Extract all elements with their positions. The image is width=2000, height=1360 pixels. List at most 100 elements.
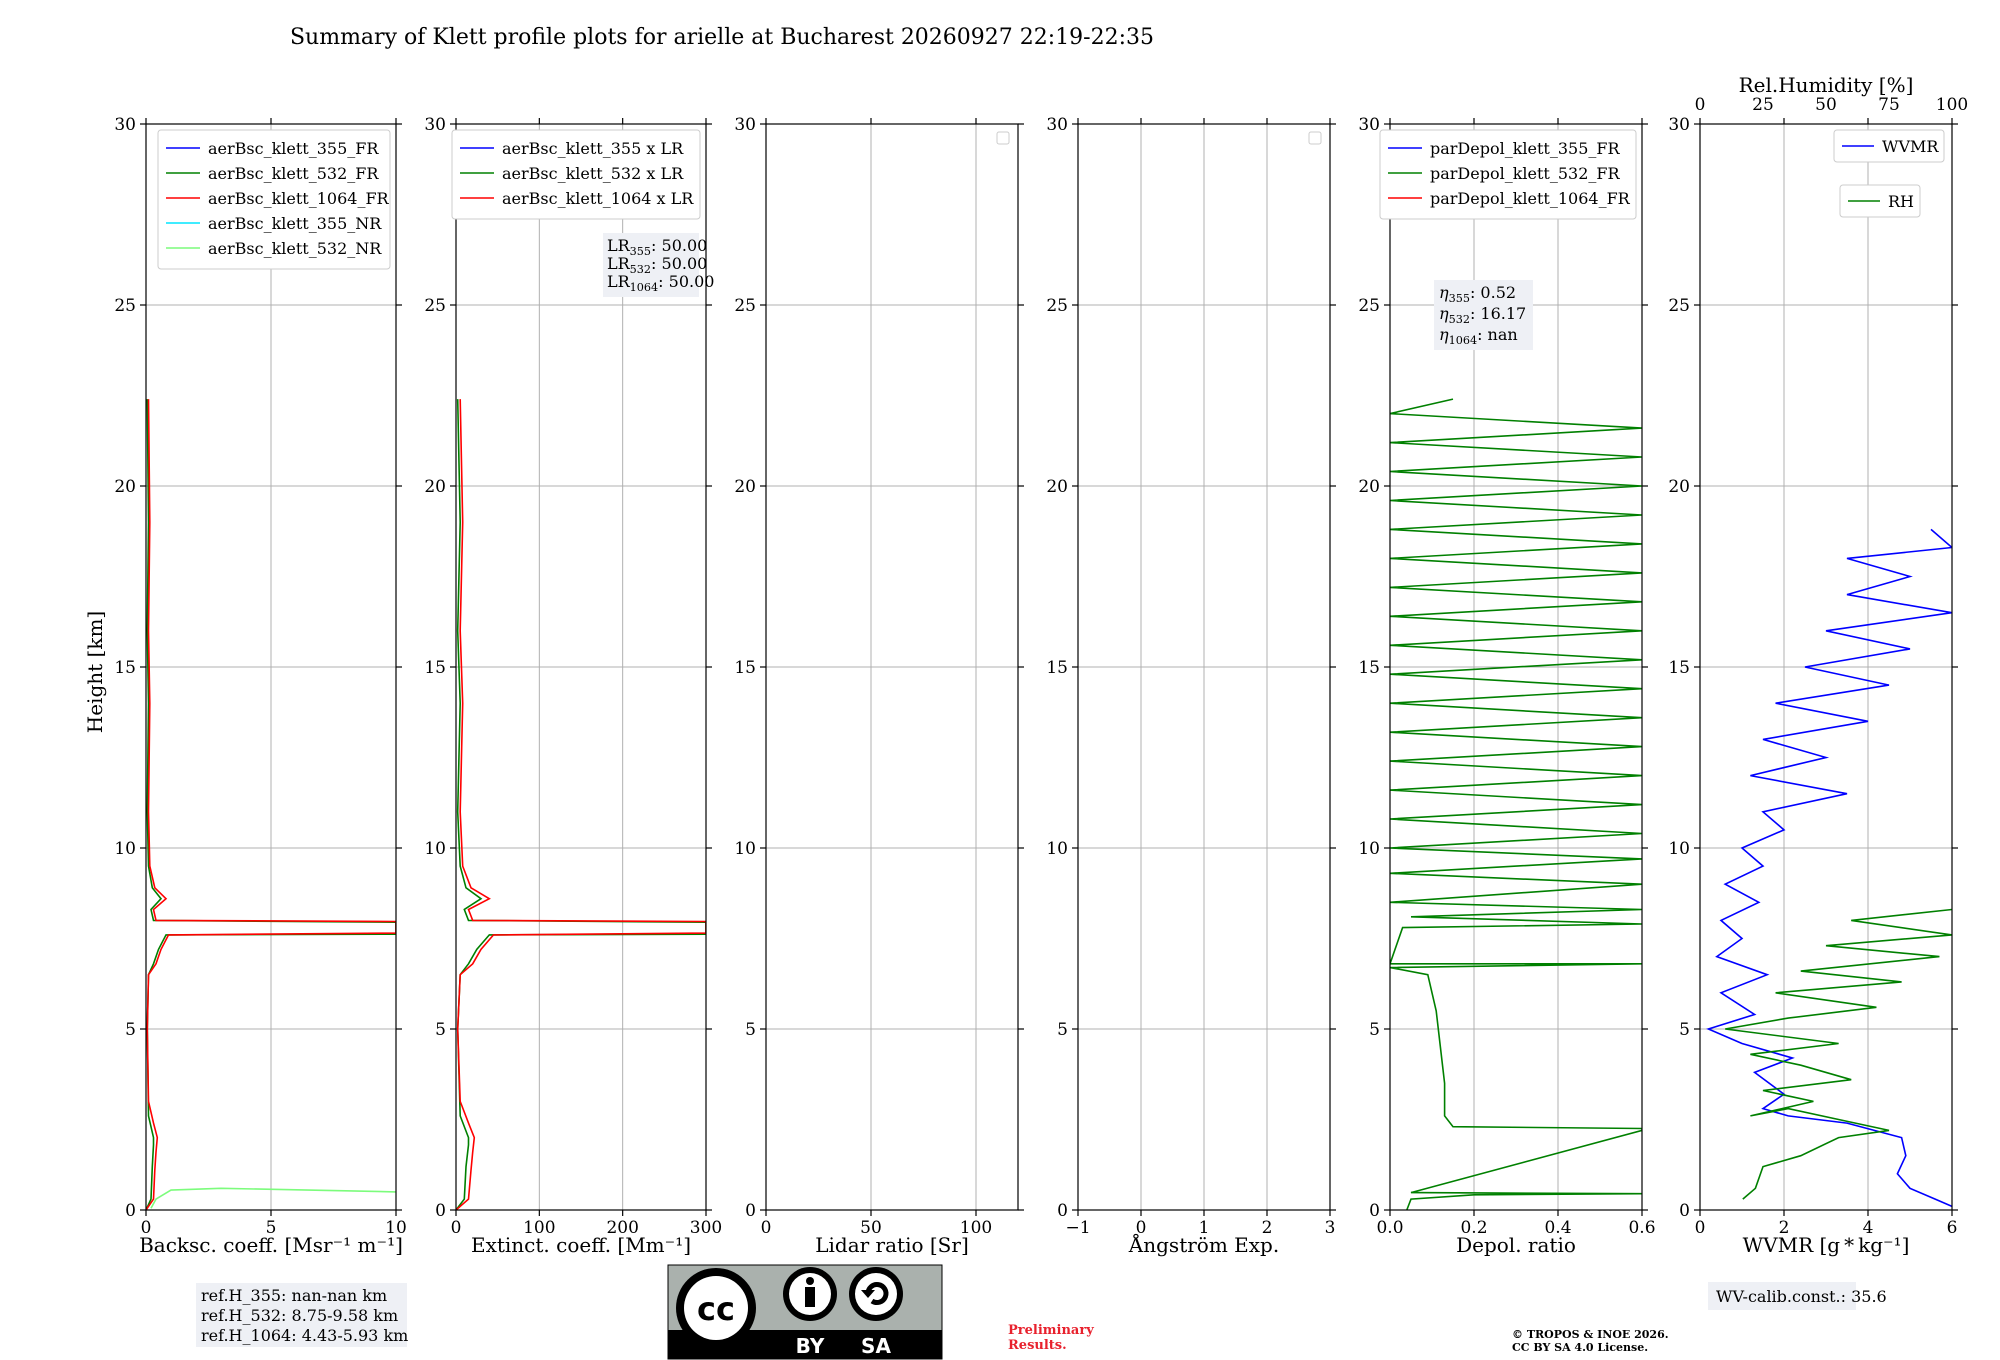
legend-label: parDepol_klett_532_FR (1430, 164, 1621, 183)
y-tick-label: 10 (424, 839, 446, 859)
legend-label: aerBsc_klett_355_FR (208, 139, 379, 158)
ref-height-355: ref.H_355: nan-nan km (201, 1286, 387, 1305)
legend-label: aerBsc_klett_532_NR (208, 239, 382, 258)
y-axis-label: Height [km] (83, 611, 107, 733)
eta-info: η355: 0.52η532: 16.17η1064: nan (1434, 280, 1533, 350)
legend-WVMR: WVMR (1833, 129, 1945, 163)
y-tick-label: 30 (1358, 115, 1380, 135)
y-tick-label: 15 (734, 658, 756, 678)
y-tick-label: 25 (1046, 296, 1068, 316)
figure: Summary of Klett profile plots for ariel… (83, 25, 1968, 1360)
y-tick-label: 20 (424, 477, 446, 497)
legend-label: parDepol_klett_1064_FR (1430, 189, 1631, 208)
series-line-aerBsc_klett_1064 x LR (456, 399, 706, 1210)
wv-calib-info: WV-calib.const.: 35.6 (1708, 1282, 1887, 1310)
x-axis-label: Extinct. coeff. [Mm⁻¹] (471, 1233, 691, 1257)
empty-legend (996, 131, 1010, 145)
top-x-tick-label: 100 (1936, 95, 1968, 115)
series-line-WVMR (1706, 528, 1952, 1208)
info-line: LR1064: 50.00 (607, 272, 714, 294)
legend-label: aerBsc_klett_355_NR (208, 214, 382, 233)
legend-label: aerBsc_klett_1064 x LR (502, 189, 694, 208)
x-tick-label: 3 (1325, 1218, 1336, 1238)
y-tick-label: 5 (1369, 1020, 1380, 1040)
series-line-RH (1725, 908, 1952, 1200)
y-tick-label: 20 (1358, 477, 1380, 497)
copyright-line1: © TROPOS & INOE 2026. (1512, 1328, 1669, 1341)
empty-legend (1308, 131, 1322, 145)
series-line-aerBsc_klett_532 x LR (456, 399, 706, 1210)
top-x-tick-label: 75 (1878, 95, 1900, 115)
legend-RH: RH (1839, 184, 1921, 218)
y-tick-label: 0 (435, 1201, 446, 1221)
y-tick-label: 5 (745, 1020, 756, 1040)
y-tick-label: 5 (1679, 1020, 1690, 1040)
legend: parDepol_klett_355_FR parDepol_klett_532_… (1379, 129, 1637, 220)
legend-label: RH (1888, 192, 1914, 211)
x-tick-label: 0 (451, 1218, 462, 1238)
panel-4: −1 0 1 2 3051015202530Ångström Exp. (1046, 115, 1336, 1257)
y-tick-label: 10 (1668, 839, 1690, 859)
x-tick-label: 0 (1695, 1218, 1706, 1238)
top-x-axis-label: Rel.Humidity [%] (1739, 73, 1914, 97)
x-tick-label: 300 (690, 1218, 722, 1238)
y-tick-label: 20 (734, 477, 756, 497)
top-x-tick-label: 50 (1815, 95, 1837, 115)
y-tick-label: 15 (114, 658, 136, 678)
y-tick-label: 5 (125, 1020, 136, 1040)
y-tick-label: 5 (435, 1020, 446, 1040)
legend: aerBsc_klett_355 x LR aerBsc_klett_532 x … (451, 129, 701, 220)
legend-label: WVMR (1882, 137, 1939, 156)
y-tick-label: 25 (734, 296, 756, 316)
y-tick-label: 20 (114, 477, 136, 497)
panel-1: 0 5 10051015202530Backsc. coeff. [Msr⁻¹ m⁻… (114, 115, 406, 1257)
y-tick-label: 0 (125, 1201, 136, 1221)
x-tick-label: 6 (1947, 1218, 1958, 1238)
ref-heights-box: ref.H_355: nan-nan km ref.H_532: 8.75-9.… (196, 1283, 408, 1347)
top-x-tick-label: 25 (1752, 95, 1774, 115)
x-tick-label: −1 (1065, 1218, 1090, 1238)
panels: 0 5 10051015202530Backsc. coeff. [Msr⁻¹ m⁻… (114, 73, 1968, 1310)
y-tick-label: 10 (114, 839, 136, 859)
y-tick-label: 10 (1358, 839, 1380, 859)
y-tick-label: 0 (745, 1201, 756, 1221)
top-x-tick-label: 0 (1695, 95, 1706, 115)
y-tick-label: 25 (424, 296, 446, 316)
legend-label: aerBsc_klett_355 x LR (502, 139, 684, 158)
legend-label: parDepol_klett_355_FR (1430, 139, 1621, 158)
legend-label: aerBsc_klett_532_FR (208, 164, 379, 183)
legend-label: aerBsc_klett_532 x LR (502, 164, 684, 183)
y-tick-label: 20 (1046, 477, 1068, 497)
x-axis-label: Lidar ratio [Sr] (815, 1233, 969, 1257)
preliminary-label-line2: Results. (1008, 1338, 1067, 1353)
y-tick-label: 5 (1057, 1020, 1068, 1040)
y-tick-label: 10 (1046, 839, 1068, 859)
wv-calib-const: WV-calib.const.: 35.6 (1716, 1287, 1887, 1306)
ref-height-532: ref.H_532: 8.75-9.58 km (201, 1306, 398, 1325)
x-axis-label: Ångström Exp. (1128, 1232, 1279, 1257)
y-tick-label: 30 (1046, 115, 1068, 135)
copyright-line2: CC BY SA 4.0 License. (1512, 1341, 1648, 1354)
y-tick-label: 30 (424, 115, 446, 135)
license-by-label: BY (796, 1334, 825, 1358)
lidar-ratio-info: LR355: 50.00LR532: 50.00LR1064: 50.00 (603, 233, 714, 297)
y-tick-label: 15 (424, 658, 446, 678)
y-tick-label: 30 (114, 115, 136, 135)
x-axis-label: Backsc. coeff. [Msr⁻¹ m⁻¹] (139, 1233, 403, 1257)
y-tick-label: 15 (1046, 658, 1068, 678)
license-sa-label: SA (861, 1334, 891, 1358)
legend-label: aerBsc_klett_1064_FR (208, 189, 390, 208)
panel-5: 0.0 0.2 0.4 0.6051015202530Depol. ratioparD… (1358, 115, 1655, 1257)
legend: aerBsc_klett_355_FR aerBsc_klett_532_FRae… (157, 129, 391, 270)
y-tick-label: 15 (1668, 658, 1690, 678)
series-line-aerBsc_klett_532_NR (150, 1187, 396, 1209)
y-tick-label: 25 (1358, 296, 1380, 316)
y-tick-label: 0 (1369, 1201, 1380, 1221)
x-tick-label: 0.0 (1376, 1218, 1403, 1238)
panel-6: 0 2 4 6051015202530WVMR [g * kg⁻¹]0 25 50 75 10… (1668, 73, 1968, 1310)
preliminary-label-line1: Preliminary (1008, 1323, 1094, 1338)
y-tick-label: 0 (1679, 1201, 1690, 1221)
panel-3: 0 50 100051015202530Lidar ratio [Sr] (734, 115, 1024, 1257)
x-axis-label: WVMR [g * kg⁻¹] (1743, 1233, 1910, 1257)
y-tick-label: 15 (1358, 658, 1380, 678)
